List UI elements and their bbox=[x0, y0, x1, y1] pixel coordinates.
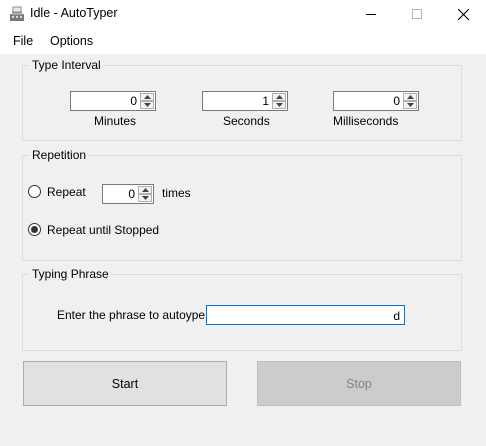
chevron-up-icon bbox=[144, 95, 151, 99]
minimize-button[interactable] bbox=[348, 0, 394, 28]
milliseconds-label: Milliseconds bbox=[333, 114, 399, 128]
close-button[interactable] bbox=[440, 0, 486, 28]
chevron-down-icon bbox=[276, 103, 283, 107]
radio-selected-dot bbox=[31, 226, 38, 233]
seconds-up-button[interactable] bbox=[272, 93, 286, 101]
maximize-icon bbox=[412, 9, 422, 19]
start-button[interactable]: Start bbox=[23, 361, 227, 406]
repeat-times-label: times bbox=[162, 186, 191, 200]
chevron-down-icon bbox=[144, 103, 151, 107]
typewriter-icon bbox=[8, 5, 26, 23]
chevron-down-icon bbox=[407, 103, 414, 107]
repeat-label: Repeat bbox=[47, 185, 86, 199]
phrase-input-value: d bbox=[393, 309, 400, 323]
phrase-input[interactable]: d bbox=[206, 305, 405, 325]
repetition-label: Repetition bbox=[29, 148, 90, 162]
stop-button[interactable]: Stop bbox=[257, 361, 461, 406]
repeat-count-stepper[interactable]: 0 bbox=[102, 184, 154, 204]
minutes-label: Minutes bbox=[94, 114, 137, 128]
minutes-up-button[interactable] bbox=[140, 93, 154, 101]
repeat-radio[interactable] bbox=[28, 185, 41, 198]
repeat-count-up-button[interactable] bbox=[138, 186, 152, 194]
close-icon bbox=[457, 8, 469, 20]
milliseconds-value: 0 bbox=[393, 94, 400, 108]
chevron-up-icon bbox=[407, 95, 414, 99]
repeat-until-stopped-radio[interactable] bbox=[28, 223, 41, 236]
minimize-icon bbox=[366, 14, 376, 15]
window-title: Idle - AutoTyper bbox=[30, 6, 118, 20]
minutes-value: 0 bbox=[130, 94, 137, 108]
seconds-label: Seconds bbox=[223, 114, 270, 128]
title-bar: Idle - AutoTyper bbox=[0, 0, 486, 28]
menu-file[interactable]: File bbox=[13, 34, 33, 48]
type-interval-label: Type Interval bbox=[29, 58, 104, 72]
repetition-group: Repetition bbox=[22, 148, 462, 261]
milliseconds-down-button[interactable] bbox=[403, 101, 417, 109]
chevron-up-icon bbox=[142, 188, 149, 192]
minutes-stepper[interactable]: 0 bbox=[70, 91, 156, 111]
repeat-count-down-button[interactable] bbox=[138, 194, 152, 202]
menu-options[interactable]: Options bbox=[50, 34, 93, 48]
milliseconds-up-button[interactable] bbox=[403, 93, 417, 101]
typing-phrase-label: Typing Phrase bbox=[29, 267, 112, 281]
seconds-down-button[interactable] bbox=[272, 101, 286, 109]
chevron-up-icon bbox=[276, 95, 283, 99]
minutes-down-button[interactable] bbox=[140, 101, 154, 109]
maximize-button[interactable] bbox=[394, 0, 440, 28]
milliseconds-stepper[interactable]: 0 bbox=[333, 91, 419, 111]
chevron-down-icon bbox=[142, 196, 149, 200]
seconds-stepper[interactable]: 1 bbox=[202, 91, 288, 111]
repeat-until-stopped-label: Repeat until Stopped bbox=[47, 223, 160, 237]
repeat-count-value: 0 bbox=[128, 187, 135, 201]
phrase-prompt-label: Enter the phrase to autoype: bbox=[57, 308, 209, 322]
menu-bar: File Options bbox=[0, 28, 486, 54]
seconds-value: 1 bbox=[262, 94, 269, 108]
